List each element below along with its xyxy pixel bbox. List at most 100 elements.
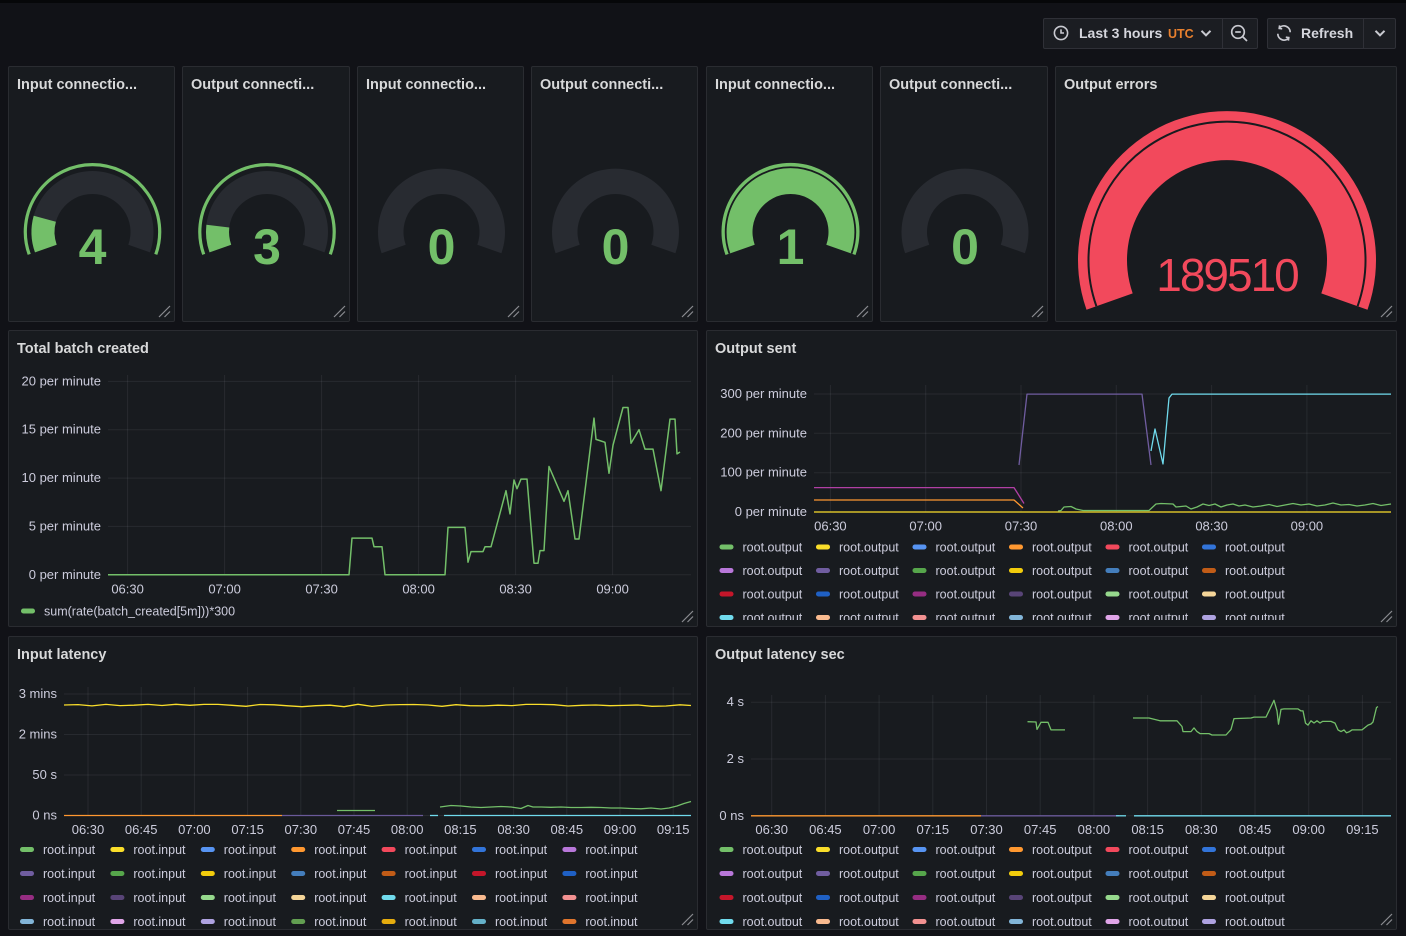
svg-text:root.input: root.input (495, 843, 548, 857)
svg-text:20 per minute: 20 per minute (22, 373, 102, 388)
svg-text:07:15: 07:15 (231, 822, 264, 837)
svg-text:root.output: root.output (1129, 588, 1189, 602)
svg-text:root.input: root.input (224, 867, 277, 881)
svg-text:root.input: root.input (585, 867, 638, 881)
svg-text:189510: 189510 (1156, 249, 1298, 301)
svg-text:50 s: 50 s (32, 767, 57, 782)
svg-text:10 per minute: 10 per minute (22, 470, 102, 485)
svg-text:2 s: 2 s (727, 751, 745, 766)
svg-text:root.input: root.input (314, 843, 367, 857)
svg-text:root.input: root.input (405, 891, 458, 905)
svg-text:0: 0 (951, 219, 979, 275)
svg-text:root.output: root.output (1225, 541, 1285, 555)
svg-text:root.output: root.output (1129, 541, 1189, 555)
svg-text:root.input: root.input (43, 891, 96, 905)
svg-text:root.input: root.input (224, 915, 277, 926)
svg-text:root.output: root.output (936, 541, 996, 555)
svg-text:Output connecti...: Output connecti... (889, 77, 1012, 93)
svg-text:07:00: 07:00 (863, 822, 896, 837)
svg-text:06:45: 06:45 (809, 822, 842, 837)
svg-text:root.input: root.input (405, 843, 458, 857)
svg-text:root.input: root.input (43, 915, 96, 926)
svg-text:0 per minute: 0 per minute (735, 504, 807, 519)
svg-text:root.output: root.output (1032, 915, 1092, 926)
svg-text:2 mins: 2 mins (19, 727, 58, 742)
svg-text:Total batch created: Total batch created (17, 341, 149, 357)
svg-text:root.output: root.output (743, 891, 803, 905)
svg-text:root.output: root.output (1032, 541, 1092, 555)
svg-text:09:00: 09:00 (596, 582, 629, 597)
svg-text:root.output: root.output (1225, 915, 1285, 926)
svg-text:root.output: root.output (743, 611, 803, 620)
svg-text:07:45: 07:45 (1024, 822, 1057, 837)
svg-text:Output latency sec: Output latency sec (715, 647, 845, 663)
svg-text:root.output: root.output (743, 588, 803, 602)
svg-text:08:45: 08:45 (551, 822, 584, 837)
svg-text:root.output: root.output (743, 843, 803, 857)
svg-text:root.output: root.output (936, 867, 996, 881)
svg-text:root.output: root.output (1032, 564, 1092, 578)
svg-text:root.input: root.input (495, 915, 548, 926)
svg-text:root.output: root.output (936, 564, 996, 578)
svg-text:sum(rate(batch_created[5m]))*3: sum(rate(batch_created[5m]))*300 (44, 605, 235, 619)
svg-text:Output errors: Output errors (1064, 77, 1157, 93)
svg-text:root.output: root.output (1225, 588, 1285, 602)
svg-text:root.input: root.input (585, 915, 638, 926)
svg-text:root.input: root.input (133, 843, 186, 857)
svg-text:root.input: root.input (224, 891, 277, 905)
svg-text:root.output: root.output (1129, 843, 1189, 857)
svg-text:root.input: root.input (585, 891, 638, 905)
svg-text:07:00: 07:00 (178, 822, 211, 837)
svg-text:07:30: 07:30 (285, 822, 318, 837)
svg-text:0 ns: 0 ns (32, 808, 57, 823)
svg-text:root.output: root.output (1032, 867, 1092, 881)
svg-text:06:30: 06:30 (814, 519, 847, 534)
svg-text:root.input: root.input (495, 867, 548, 881)
svg-text:08:00: 08:00 (1100, 519, 1133, 534)
svg-text:root.input: root.input (224, 843, 277, 857)
svg-text:root.output: root.output (1032, 611, 1092, 620)
svg-text:root.output: root.output (1032, 588, 1092, 602)
svg-text:09:15: 09:15 (1346, 822, 1379, 837)
svg-text:root.output: root.output (1032, 891, 1092, 905)
svg-text:0 per minute: 0 per minute (29, 567, 101, 582)
svg-text:07:00: 07:00 (208, 582, 241, 597)
svg-text:Input connectio...: Input connectio... (366, 77, 486, 93)
svg-text:root.input: root.input (133, 915, 186, 926)
svg-text:root.output: root.output (839, 891, 899, 905)
svg-text:root.input: root.input (314, 891, 367, 905)
svg-text:root.input: root.input (133, 891, 186, 905)
svg-text:root.output: root.output (1225, 867, 1285, 881)
svg-text:0: 0 (428, 219, 456, 275)
svg-text:4: 4 (79, 219, 107, 275)
svg-text:1: 1 (777, 219, 805, 275)
svg-text:07:45: 07:45 (338, 822, 371, 837)
svg-text:root.output: root.output (1225, 564, 1285, 578)
svg-text:08:00: 08:00 (1078, 822, 1111, 837)
svg-text:08:00: 08:00 (402, 582, 435, 597)
svg-text:06:30: 06:30 (111, 582, 144, 597)
svg-text:root.output: root.output (1032, 843, 1092, 857)
svg-text:Input latency: Input latency (17, 647, 106, 663)
svg-text:Output connecti...: Output connecti... (191, 77, 314, 93)
svg-text:08:45: 08:45 (1239, 822, 1272, 837)
svg-text:root.output: root.output (743, 867, 803, 881)
svg-text:Input connectio...: Input connectio... (715, 77, 835, 93)
svg-text:root.input: root.input (314, 867, 367, 881)
svg-text:root.output: root.output (936, 588, 996, 602)
svg-text:root.output: root.output (936, 611, 996, 620)
svg-text:root.input: root.input (314, 915, 367, 926)
svg-text:5 per minute: 5 per minute (29, 518, 101, 533)
svg-text:root.output: root.output (936, 843, 996, 857)
svg-text:root.output: root.output (1225, 611, 1285, 620)
svg-text:15 per minute: 15 per minute (22, 422, 102, 437)
svg-text:root.output: root.output (1129, 611, 1189, 620)
svg-text:root.input: root.input (405, 867, 458, 881)
svg-text:root.output: root.output (743, 915, 803, 926)
svg-text:root.output: root.output (839, 564, 899, 578)
svg-text:root.input: root.input (405, 915, 458, 926)
svg-text:root.output: root.output (839, 611, 899, 620)
svg-text:08:15: 08:15 (444, 822, 477, 837)
svg-text:root.output: root.output (839, 588, 899, 602)
svg-text:root.output: root.output (839, 867, 899, 881)
